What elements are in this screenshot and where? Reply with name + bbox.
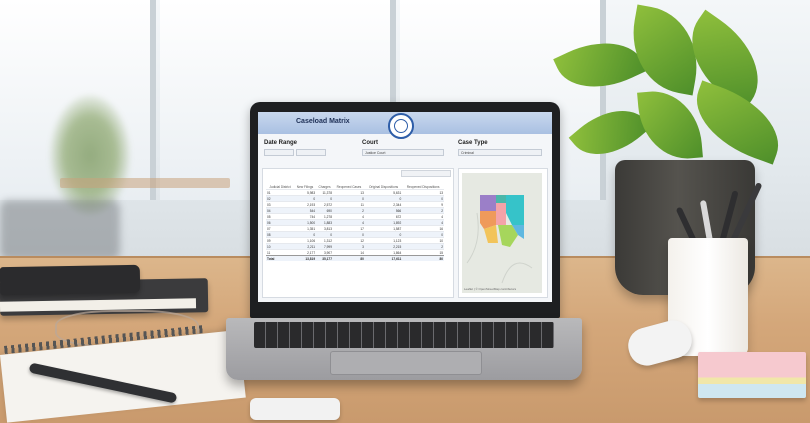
app-header: Caseload Matrix: [258, 112, 552, 139]
table-total-cell: 17,611: [364, 255, 403, 261]
background-shelf: [60, 178, 230, 188]
district-map[interactable]: Leaflet | © OpenStreetMap contributors: [462, 173, 542, 293]
case-type-select[interactable]: Criminal: [458, 149, 542, 156]
table-header-cell[interactable]: New Filings: [294, 177, 316, 190]
table-total-cell: 35,177: [316, 255, 333, 261]
date-range-start-select[interactable]: [264, 149, 294, 156]
caseload-table-panel: Judicial District New Filings Charges Reope…: [262, 168, 454, 298]
table-header-cell[interactable]: Charges: [316, 177, 333, 190]
caseload-table: Judicial District New Filings Charges Reope…: [266, 177, 444, 261]
table-total-cell: Total: [266, 255, 294, 261]
table-total-row: Total 13,819 35,177 80 17,611 80: [266, 255, 444, 261]
background-chair: [0, 200, 120, 260]
usb-drive: [250, 398, 340, 420]
district-region[interactable]: [480, 195, 496, 211]
laptop-screen: Caseload Matrix Date Range Court Justice…: [258, 112, 552, 302]
date-range-label: Date Range: [264, 140, 298, 146]
district-region[interactable]: [496, 195, 506, 203]
laptop-keyboard: [254, 322, 554, 348]
table-total-cell: 80: [332, 255, 365, 261]
court-seal-logo: [388, 113, 414, 139]
black-notebook: [0, 264, 141, 296]
district-region[interactable]: [496, 203, 506, 225]
table-header-cell[interactable]: Original Dispositions: [365, 177, 402, 190]
case-type-label: Case Type: [458, 140, 488, 146]
app-title: Caseload Matrix: [296, 118, 350, 125]
table-toolbar[interactable]: [401, 170, 451, 177]
court-select[interactable]: Justice Court: [362, 149, 444, 156]
sticky-notes: [698, 352, 806, 398]
table-total-cell: 13,819: [293, 255, 317, 261]
laptop-trackpad: [330, 351, 482, 375]
map-attribution: Leaflet | © OpenStreetMap contributors: [464, 287, 517, 291]
background-plant: [50, 95, 130, 215]
table-header-cell[interactable]: Reopened Cases: [333, 177, 365, 190]
table-header-cell[interactable]: Judicial District: [266, 177, 294, 190]
table-header-cell[interactable]: Reopened Dispositions: [402, 177, 444, 190]
office-scene: Caseload Matrix Date Range Court Justice…: [0, 0, 810, 423]
table-total-cell: 80: [402, 255, 444, 261]
district-map-panel: Leaflet | © OpenStreetMap contributors: [458, 168, 548, 298]
filter-bar: Date Range Court Justice Court Case Type…: [258, 140, 552, 162]
date-range-end-select[interactable]: [296, 149, 326, 156]
court-label: Court: [362, 140, 378, 146]
district-map-svg: [462, 173, 542, 293]
